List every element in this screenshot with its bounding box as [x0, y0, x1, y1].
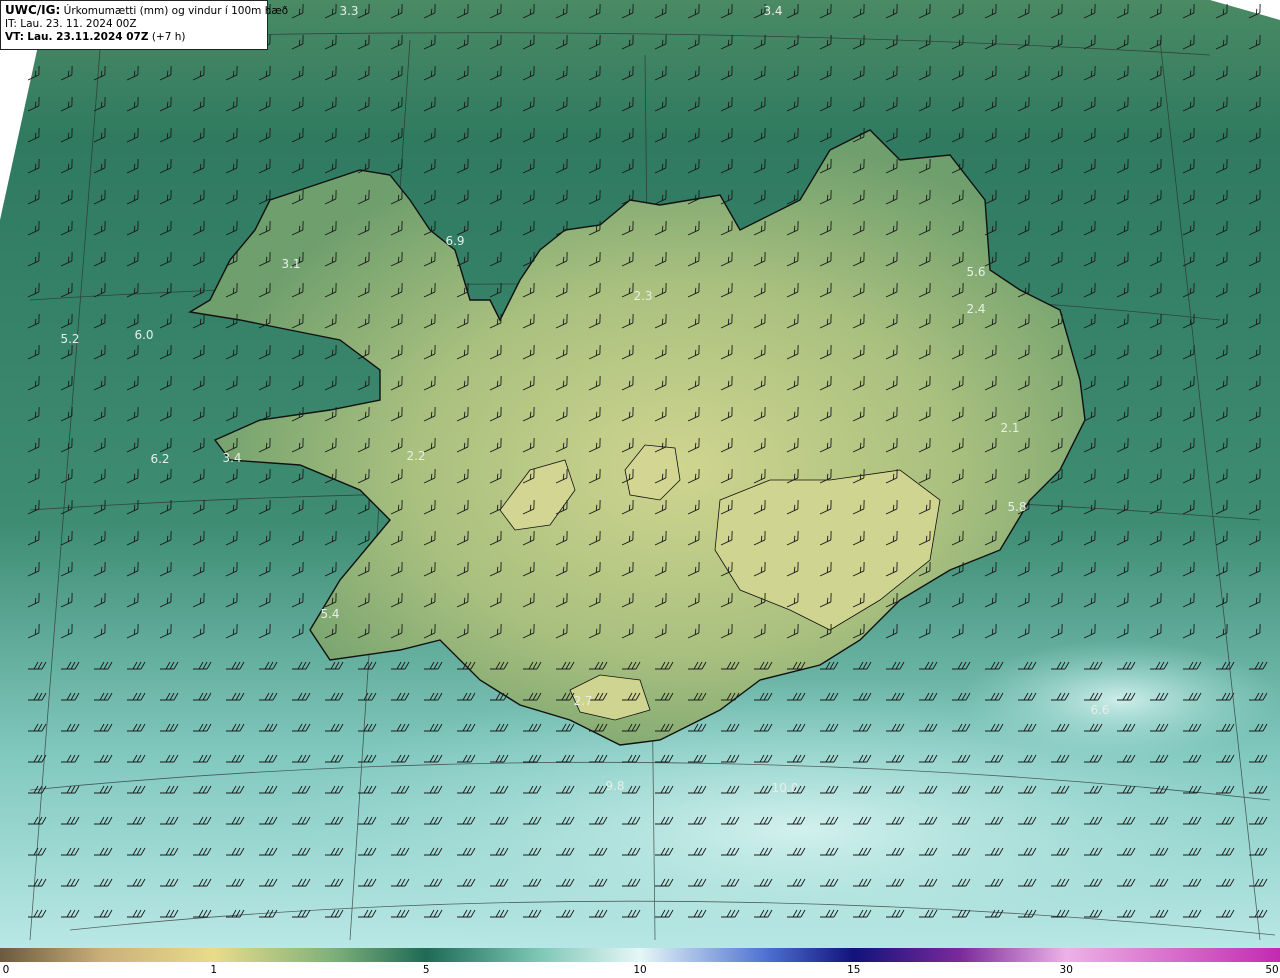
valid-label: VT: [5, 31, 24, 43]
init-time: Lau. 23. 11. 2024 00Z [20, 18, 137, 30]
map-value-label: 5.4 [320, 607, 339, 621]
init-label: IT: [5, 18, 17, 30]
init-time-line: IT: Lau. 23. 11. 2024 00Z [5, 18, 263, 31]
map-value-label: 2.7 [573, 694, 592, 708]
colorbar-tick-label: 1 [210, 964, 218, 976]
map-header: UWC/IG: Úrkomumætti (mm) og vindur í 100… [0, 0, 288, 50]
map-value-label: 5.8 [1007, 500, 1026, 514]
valid-time: Lau. 23.11.2024 07Z [27, 31, 149, 43]
colorbar-strip [0, 948, 1280, 962]
map-value-label: 5.2 [60, 332, 79, 346]
lead-time: (+7 h) [151, 31, 186, 43]
colorbar-tick-label: 10 [633, 964, 647, 976]
colorbar-tick-label: 30 [1059, 964, 1073, 976]
map-value-label: 6.0 [134, 328, 153, 342]
map-value-label: 10.0 [772, 781, 799, 795]
map-value-label: 9.8 [605, 779, 624, 793]
product-code: UWC/IG: [5, 3, 61, 17]
colorbar-tick-label: 15 [847, 964, 861, 976]
map-value-label: 6.6 [1090, 703, 1109, 717]
map-value-label: 2.2 [406, 449, 425, 463]
colorbar-tick-label: 5 [422, 964, 430, 976]
map-value-label: 3.1 [281, 257, 300, 271]
map-value-label: 2.1 [1000, 421, 1019, 435]
title-line: UWC/IG: Úrkomumætti (mm) og vindur í 100… [5, 3, 288, 18]
map-value-label: 3.3 [339, 4, 358, 18]
colorbar: 0 1 5 10 15 30 50 [0, 948, 1280, 978]
map-value-label: 6.2 [150, 452, 169, 466]
map-value-label: 2.3 [633, 289, 652, 303]
valid-time-line: VT: Lau. 23.11.2024 07Z (+7 h) [5, 31, 263, 44]
map-value-label: 2.4 [966, 302, 985, 316]
map-value-label: 6.9 [445, 234, 464, 248]
map-title: Úrkomumætti (mm) og vindur í 100m hæð [63, 5, 289, 17]
weather-map[interactable]: 3.3 3.4 6.9 3.1 5.6 2.3 2.4 5.2 6.0 2.1 6.2 2.2 3.4 5… [0, 0, 1280, 948]
map-value-label: 5.6 [966, 265, 985, 279]
map-value-label: 3.4 [763, 4, 782, 18]
colorbar-tick-label: 0 [2, 964, 10, 976]
colorbar-tick-label: 50 [1265, 964, 1279, 976]
map-value-label: 3.4 [222, 451, 241, 465]
